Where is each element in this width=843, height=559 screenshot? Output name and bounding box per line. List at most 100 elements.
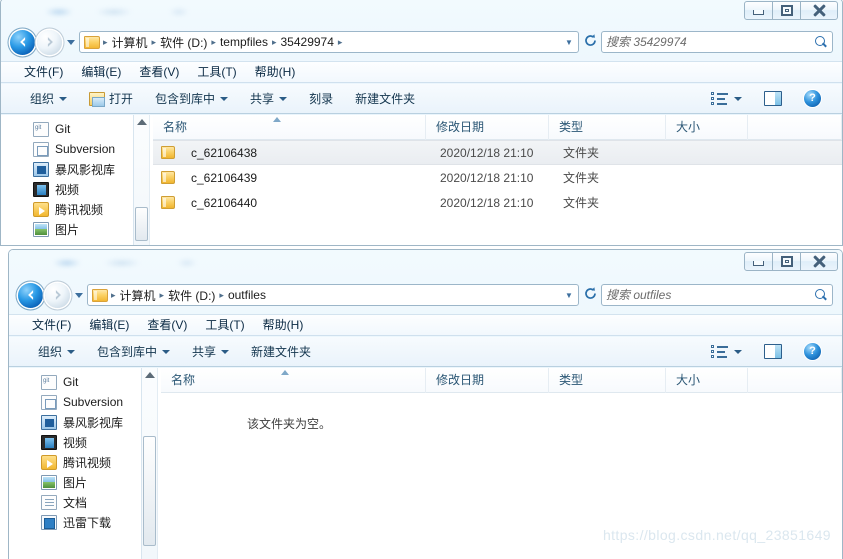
breadcrumb-item-drive[interactable]: 软件 (D:) [165, 287, 218, 304]
titlebar[interactable] [9, 250, 842, 276]
menu-view[interactable]: 查看(V) [130, 61, 188, 83]
window-controls[interactable] [744, 1, 838, 20]
menu-help[interactable]: 帮助(H) [254, 314, 313, 336]
column-header-modified[interactable]: 修改日期 [426, 115, 549, 140]
nav-item-baofeng[interactable]: 暴风影视库 [9, 412, 157, 432]
search-box[interactable] [601, 284, 833, 306]
column-header-size[interactable]: 大小 [666, 115, 748, 140]
toolbar-include-in-library[interactable]: 包含到库中 [144, 88, 239, 110]
close-button[interactable] [800, 1, 838, 20]
recent-locations-caret-icon[interactable] [67, 39, 75, 45]
navigation-pane[interactable]: Git Subversion 暴风影视库 视频 [9, 368, 157, 559]
toolbar[interactable]: 组织 打开 包含到库中 共享 刻录 新建文件夹 ? [1, 84, 842, 114]
breadcrumb-item-tempfiles[interactable]: tempfiles [217, 35, 271, 49]
column-header-size[interactable]: 大小 [666, 368, 748, 393]
column-header-type[interactable]: 类型 [549, 115, 666, 140]
nav-item-videos[interactable]: 视频 [9, 432, 157, 452]
toolbar-preview-pane[interactable] [753, 88, 793, 110]
nav-item-git[interactable]: Git [9, 372, 157, 392]
titlebar[interactable] [1, 0, 842, 25]
address-dropdown-icon[interactable]: ▼ [562, 38, 576, 47]
nav-item-subversion[interactable]: Subversion [9, 392, 157, 412]
breadcrumb-item-current[interactable]: outfiles [225, 288, 269, 302]
toolbar-include-in-library[interactable]: 包含到库中 [86, 341, 181, 363]
back-button[interactable] [18, 282, 43, 308]
recent-locations-caret-icon[interactable] [75, 292, 83, 298]
search-input[interactable] [606, 288, 814, 302]
scrollbar-thumb[interactable] [135, 207, 148, 241]
toolbar-organize[interactable]: 组织 [19, 88, 78, 110]
menu-edit[interactable]: 编辑(E) [72, 61, 130, 83]
column-headers[interactable]: 名称 修改日期 类型 大小 [161, 368, 842, 393]
back-button[interactable] [10, 29, 35, 55]
toolbar-share[interactable]: 共享 [239, 88, 298, 110]
toolbar-share[interactable]: 共享 [181, 341, 240, 363]
column-header-name[interactable]: 名称 [153, 115, 426, 140]
toolbar-preview-pane[interactable] [753, 341, 793, 363]
menu-view[interactable]: 查看(V) [138, 314, 196, 336]
column-header-modified[interactable]: 修改日期 [426, 368, 549, 393]
address-bar[interactable]: ▸ 计算机 ▸ 软件 (D:) ▸ tempfiles ▸ 35429974 ▸… [79, 31, 579, 53]
nav-item-documents[interactable]: 文档 [9, 492, 157, 512]
table-row[interactable]: c_62106438 2020/12/18 21:10 文件夹 [153, 140, 842, 165]
toolbar-change-view[interactable] [700, 88, 753, 110]
breadcrumb-item-drive[interactable]: 软件 (D:) [157, 34, 210, 51]
restore-button[interactable] [772, 252, 801, 271]
refresh-button[interactable] [579, 33, 601, 51]
toolbar-change-view[interactable] [700, 341, 753, 363]
toolbar-help[interactable]: ? [793, 341, 832, 363]
forward-button[interactable] [37, 29, 62, 55]
column-header-name[interactable]: 名称 [161, 368, 426, 393]
window-controls[interactable] [744, 252, 838, 271]
nav-item-pictures[interactable]: 图片 [1, 219, 149, 239]
toolbar-organize[interactable]: 组织 [27, 341, 86, 363]
breadcrumb-item-computer[interactable]: 计算机 [117, 287, 159, 304]
breadcrumb-item-current[interactable]: 35429974 [278, 35, 337, 49]
address-dropdown-icon[interactable]: ▼ [562, 291, 576, 300]
nav-scrollbar[interactable] [141, 368, 157, 559]
menu-tools[interactable]: 工具(T) [196, 314, 253, 336]
column-headers[interactable]: 名称 修改日期 类型 大小 [153, 115, 842, 140]
nav-item-baofeng[interactable]: 暴风影视库 [1, 159, 149, 179]
nav-item-git[interactable]: Git [1, 119, 149, 139]
forward-button[interactable] [45, 282, 70, 308]
nav-item-tencent-video[interactable]: 腾讯视频 [1, 199, 149, 219]
nav-item-pictures[interactable]: 图片 [9, 472, 157, 492]
toolbar-new-folder[interactable]: 新建文件夹 [240, 341, 322, 363]
minimize-button[interactable] [744, 1, 773, 20]
file-list[interactable]: 名称 修改日期 类型 大小 c_62106438 2020/12/18 21:1… [153, 115, 842, 245]
file-list[interactable]: 名称 修改日期 类型 大小 该文件夹为空。 [161, 368, 842, 559]
menu-bar[interactable]: 文件(F) 编辑(E) 查看(V) 工具(T) 帮助(H) [1, 61, 842, 83]
table-row[interactable]: c_62106439 2020/12/18 21:10 文件夹 [153, 165, 842, 190]
scrollbar-thumb[interactable] [143, 436, 156, 546]
nav-item-xunlei-downloads[interactable]: 迅雷下载 [9, 512, 157, 532]
column-header-type[interactable]: 类型 [549, 368, 666, 393]
scroll-up-arrow-icon[interactable] [137, 119, 147, 125]
menu-help[interactable]: 帮助(H) [246, 61, 305, 83]
refresh-button[interactable] [579, 286, 601, 304]
nav-scrollbar[interactable] [133, 115, 149, 245]
search-box[interactable] [601, 31, 833, 53]
breadcrumb-item-computer[interactable]: 计算机 [109, 34, 151, 51]
toolbar-open[interactable]: 打开 [78, 88, 144, 110]
menu-tools[interactable]: 工具(T) [188, 61, 245, 83]
toolbar-help[interactable]: ? [793, 88, 832, 110]
explorer-window-outfiles[interactable]: ▸ 计算机 ▸ 软件 (D:) ▸ outfiles ▼ 搜索 outfiles… [8, 249, 843, 559]
minimize-button[interactable] [744, 252, 773, 271]
menu-file[interactable]: 文件(F) [15, 61, 72, 83]
navigation-pane[interactable]: Git Subversion 暴风影视库 视频 [1, 115, 149, 245]
toolbar-new-folder[interactable]: 新建文件夹 [344, 88, 426, 110]
table-row[interactable]: c_62106440 2020/12/18 21:10 文件夹 [153, 190, 842, 215]
nav-item-tencent-video[interactable]: 腾讯视频 [9, 452, 157, 472]
close-button[interactable] [800, 252, 838, 271]
restore-button[interactable] [772, 1, 801, 20]
menu-edit[interactable]: 编辑(E) [80, 314, 138, 336]
toolbar-burn[interactable]: 刻录 [298, 88, 344, 110]
scroll-up-arrow-icon[interactable] [145, 372, 155, 378]
menu-file[interactable]: 文件(F) [23, 314, 80, 336]
address-bar[interactable]: ▸ 计算机 ▸ 软件 (D:) ▸ outfiles ▼ [87, 284, 579, 306]
toolbar[interactable]: 组织 包含到库中 共享 新建文件夹 ? [9, 337, 842, 367]
search-input[interactable] [606, 35, 814, 49]
explorer-window-tempfiles[interactable]: ▸ 计算机 ▸ 软件 (D:) ▸ tempfiles ▸ 35429974 ▸… [0, 0, 843, 246]
menu-bar[interactable]: 文件(F) 编辑(E) 查看(V) 工具(T) 帮助(H) [9, 314, 842, 336]
